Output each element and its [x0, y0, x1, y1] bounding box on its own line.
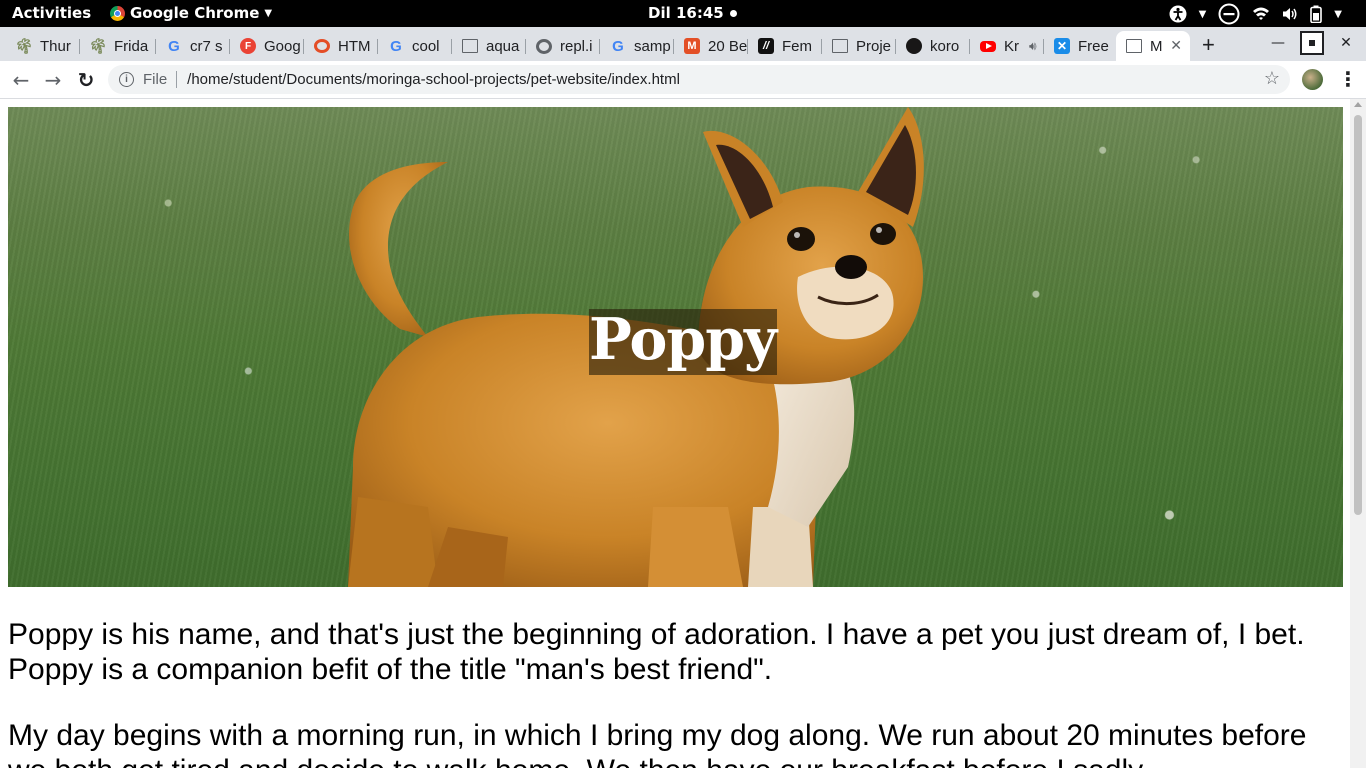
tab[interactable]: ✕ Free — [1044, 31, 1116, 61]
tab[interactable]: // Fem — [748, 31, 822, 61]
f-icon: F — [240, 38, 256, 54]
window-controls: — ✕ — [1266, 31, 1358, 55]
hero-image: Poppy — [8, 107, 1343, 587]
scheme-label: File — [143, 71, 168, 88]
info-icon[interactable]: i — [119, 72, 134, 87]
browser-toolbar: ← → ↻ i File /home/student/Documents/mor… — [0, 61, 1366, 99]
fm-icon: // — [758, 38, 774, 54]
app-menu[interactable]: Google Chrome ▼ — [110, 4, 272, 22]
close-tab-icon[interactable]: ✕ — [1170, 37, 1182, 54]
youtube-icon — [980, 40, 996, 52]
hero-title: Poppy — [589, 306, 777, 375]
chrome-icon — [110, 5, 125, 21]
document-icon — [1126, 39, 1142, 53]
caret-down-icon: ▼ — [264, 7, 273, 19]
tab-label: 20 Be — [708, 37, 748, 55]
tab[interactable]: Proje — [822, 31, 896, 61]
tab-label: HTM — [338, 37, 371, 55]
freecodecamp-icon: ✕ — [1054, 38, 1070, 54]
tab-label: repl.i — [560, 37, 593, 55]
tab[interactable]: G samp — [600, 31, 674, 61]
accessibility-icon[interactable] — [1169, 5, 1187, 23]
gnome-top-bar: Activities Google Chrome ▼ Dil 16:45 ▼ ▼ — [0, 0, 1366, 27]
wifi-icon[interactable] — [1252, 6, 1270, 22]
app-menu-label: Google Chrome — [130, 4, 260, 22]
tab-label: Frida — [114, 37, 149, 55]
reload-icon[interactable]: ↻ — [74, 68, 98, 92]
replit-icon — [536, 38, 552, 54]
tab[interactable]: M 20 Be — [674, 31, 748, 61]
google-icon: G — [168, 37, 180, 55]
document-icon — [832, 39, 848, 53]
github-icon — [906, 38, 922, 54]
tab-label: M — [1150, 37, 1163, 55]
tab[interactable]: 🌴︎ Frida — [80, 31, 156, 61]
maximize-icon[interactable] — [1300, 31, 1324, 55]
tab-label: Kr — [1004, 37, 1019, 55]
minimize-icon[interactable]: — — [1266, 31, 1290, 55]
tab-strip: 🌴︎ Thur 🌴︎ Frida G cr7 s F Goog HTM G co… — [0, 27, 1366, 61]
tab[interactable]: 🌴︎ Thur — [6, 31, 80, 61]
volume-icon[interactable] — [1282, 6, 1298, 22]
tab-label: Proje — [856, 37, 892, 55]
profile-avatar[interactable] — [1302, 69, 1323, 90]
document-icon — [462, 39, 478, 53]
google-icon: G — [612, 37, 624, 55]
tab[interactable]: repl.i — [526, 31, 600, 61]
tab[interactable]: F Goog — [230, 31, 304, 61]
tab-active[interactable]: M ✕ — [1116, 31, 1190, 61]
activities-button[interactable]: Activities — [12, 4, 91, 22]
tab[interactable]: Kr 🔊︎ — [970, 31, 1044, 61]
paragraph: My day begins with a morning run, in whi… — [8, 719, 1307, 768]
tab[interactable]: G cool — [378, 31, 452, 61]
new-tab-button[interactable]: + — [1202, 32, 1215, 58]
tab-label: aqua — [486, 37, 520, 55]
caret-down-icon[interactable]: ▼ — [1199, 9, 1207, 20]
m-icon: M — [684, 38, 700, 54]
scroll-up-icon[interactable] — [1354, 102, 1362, 107]
tab-label: Free — [1078, 37, 1109, 55]
do-not-disturb-icon[interactable] — [1218, 3, 1240, 25]
tab[interactable]: aqua — [452, 31, 526, 61]
menu-dots-icon[interactable]: ⋮ — [1338, 67, 1358, 91]
close-window-icon[interactable]: ✕ — [1334, 31, 1358, 55]
tab[interactable]: HTM — [304, 31, 378, 61]
tab-label: koro — [930, 37, 960, 55]
forward-icon[interactable]: → — [41, 68, 65, 92]
audio-playing-icon: 🔊︎ — [1029, 38, 1037, 53]
vertical-scrollbar[interactable] — [1350, 99, 1366, 768]
page-viewport: Poppy Poppy is his name, and that's just… — [0, 99, 1350, 768]
battery-icon[interactable] — [1310, 5, 1323, 23]
html-icon — [314, 39, 330, 53]
tab-label: samp — [634, 37, 671, 55]
back-icon[interactable]: ← — [9, 68, 33, 92]
tab-label: cr7 s — [190, 37, 223, 55]
scrollbar-thumb[interactable] — [1354, 115, 1362, 515]
caret-down-icon[interactable]: ▼ — [1334, 9, 1342, 20]
google-icon: G — [390, 37, 402, 55]
bookmark-star-icon[interactable]: ☆ — [1264, 68, 1280, 89]
tab-label: Fem — [782, 37, 812, 55]
clock[interactable]: Dil 16:45 — [648, 4, 737, 22]
tab[interactable]: G cr7 s — [156, 31, 230, 61]
paragraph: Poppy is his name, and that's just the b… — [8, 618, 1305, 686]
tree-icon: 🌴︎ — [88, 38, 108, 55]
address-bar[interactable]: i File /home/student/Documents/moringa-s… — [108, 65, 1290, 94]
tab-label: Thur — [40, 37, 71, 55]
tree-icon: 🌴︎ — [14, 38, 34, 55]
clock-label: Dil 16:45 — [648, 4, 724, 22]
tab-label: cool — [412, 37, 440, 55]
tab[interactable]: koro — [896, 31, 970, 61]
notification-dot-icon — [729, 9, 737, 17]
tab-label: Goog — [264, 37, 301, 55]
system-tray[interactable]: ▼ ▼ — [1169, 3, 1342, 25]
url-text[interactable]: /home/student/Documents/moringa-school-p… — [187, 71, 680, 88]
